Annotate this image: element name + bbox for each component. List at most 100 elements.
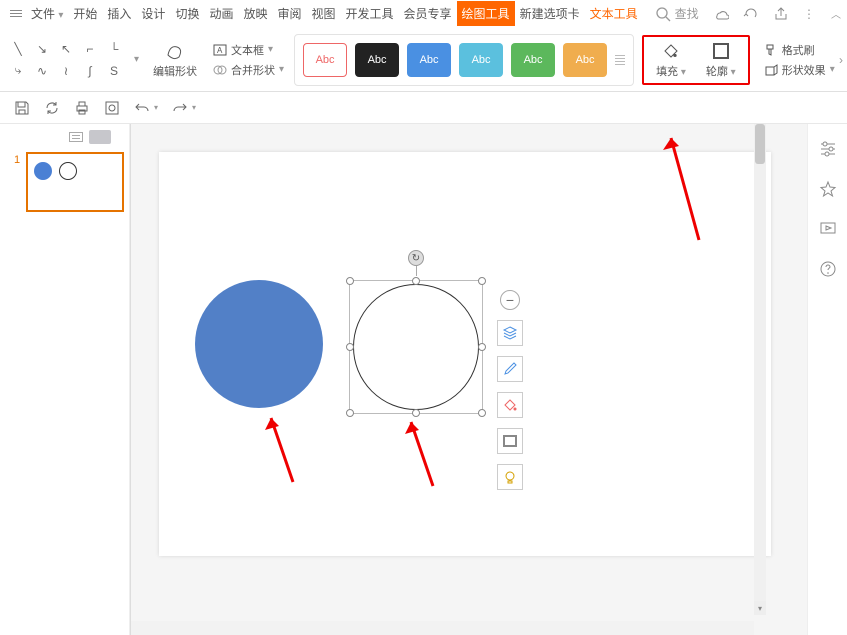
float-layers-button[interactable] — [497, 320, 523, 346]
line-tool-8[interactable]: ≀ — [54, 60, 78, 82]
more-icon[interactable]: ⋮ — [803, 7, 817, 21]
fill-button[interactable]: 填充 ▾ — [650, 39, 692, 81]
menu-slideshow[interactable]: 放映 — [238, 1, 272, 26]
menu-text-tools[interactable]: 文本工具 — [585, 1, 643, 26]
textbox-icon: A — [213, 43, 227, 57]
textbox-button[interactable]: A 文本框 ▾ — [211, 41, 286, 59]
undo-dropdown-icon[interactable]: ▾ — [154, 103, 158, 112]
search-box[interactable]: 查找 — [655, 5, 699, 22]
selection-box — [349, 280, 483, 414]
annotation-arrow-1 — [263, 412, 303, 495]
resize-handle-tl[interactable] — [346, 277, 354, 285]
scrollbar-thumb[interactable] — [755, 124, 765, 164]
rotate-connector — [416, 266, 417, 276]
menu-new-tab[interactable]: 新建选项卡 — [515, 1, 585, 26]
annotation-arrow-2 — [403, 416, 443, 499]
format-painter-button[interactable]: 格式刷 — [762, 41, 837, 59]
undo-icon[interactable] — [134, 100, 150, 116]
lines-more-icon[interactable]: ▾ — [134, 54, 139, 65]
thumbnail-view-icon[interactable] — [89, 130, 111, 144]
share-icon[interactable] — [773, 6, 789, 22]
line-tool-4[interactable]: ⌐ — [78, 38, 102, 60]
edit-shape-button[interactable]: 编辑形状 — [147, 39, 203, 81]
outline-view-icon[interactable] — [69, 132, 83, 142]
line-tool-3[interactable]: ↖ — [54, 38, 78, 60]
rail-star-icon[interactable] — [819, 180, 837, 198]
undo-cloud-icon[interactable] — [743, 6, 759, 22]
line-tool-6[interactable]: ⤷ — [6, 60, 30, 82]
menu-start[interactable]: 开始 — [68, 1, 102, 26]
shape-style-gallery: Abc Abc Abc Abc Abc Abc — [294, 34, 634, 86]
menu-view[interactable]: 视图 — [307, 1, 341, 26]
menu-file[interactable]: 文件 ▾ — [26, 1, 68, 26]
float-pencil-button[interactable] — [497, 356, 523, 382]
line-tool-1[interactable]: ╲ — [6, 38, 30, 60]
line-tool-2[interactable]: ↘ — [30, 38, 54, 60]
float-bucket-button[interactable] — [497, 392, 523, 418]
resize-handle-bl[interactable] — [346, 409, 354, 417]
gallery-more-icon[interactable] — [615, 55, 625, 65]
resize-handle-tm[interactable] — [412, 277, 420, 285]
app-menu-icon[interactable] — [6, 4, 26, 23]
textbox-label: 文本框 — [231, 42, 264, 58]
resize-handle-mr[interactable] — [478, 343, 486, 351]
cloud-sync-icon[interactable] — [713, 6, 729, 22]
thumb-outline-circle — [59, 162, 77, 180]
shape-blue-circle[interactable] — [195, 280, 323, 408]
horizontal-scrollbar[interactable] — [131, 621, 754, 635]
menu-insert[interactable]: 插入 — [102, 1, 136, 26]
shape-effects-button[interactable]: 形状效果 ▾ — [762, 61, 837, 79]
style-swatch-2[interactable]: Abc — [355, 43, 399, 77]
menu-review[interactable]: 审阅 — [272, 1, 306, 26]
resize-handle-br[interactable] — [478, 409, 486, 417]
line-tool-10[interactable]: S — [102, 60, 126, 82]
rail-help-icon[interactable] — [819, 260, 837, 278]
annotation-arrow-3 — [659, 130, 709, 253]
redo-icon[interactable] — [172, 100, 188, 116]
style-swatch-5[interactable]: Abc — [511, 43, 555, 77]
slide-thumbnail-1[interactable]: 1 — [26, 152, 124, 212]
print-icon[interactable] — [74, 100, 90, 116]
rotate-handle[interactable]: ↻ — [408, 250, 424, 266]
style-swatch-3[interactable]: Abc — [407, 43, 451, 77]
save-icon[interactable] — [14, 100, 30, 116]
rail-sliders-icon[interactable] — [819, 140, 837, 158]
outline-button[interactable]: 轮廓 ▾ — [700, 39, 742, 81]
quick-toolbar: ▾ ▾ — [0, 92, 847, 124]
line-tool-9[interactable]: ∫ — [78, 60, 102, 82]
sync-icon[interactable] — [44, 100, 60, 116]
redo-dropdown-icon[interactable]: ▾ — [192, 103, 196, 112]
svg-text:A: A — [217, 46, 223, 55]
menu-file-label: 文件 — [31, 7, 55, 21]
print-preview-icon[interactable] — [104, 100, 120, 116]
lines-palette[interactable]: ╲ ↘ ↖ ⌐ └ ⤷ ∿ ≀ ∫ S — [6, 38, 126, 82]
menu-design[interactable]: 设计 — [136, 1, 170, 26]
rail-present-icon[interactable] — [819, 220, 837, 238]
menu-transition[interactable]: 切换 — [170, 1, 204, 26]
style-swatch-4[interactable]: Abc — [459, 43, 503, 77]
menu-devtools[interactable]: 开发工具 — [341, 1, 399, 26]
float-minus-button[interactable]: − — [500, 290, 520, 310]
canvas-area[interactable]: ↻ − — [130, 124, 807, 635]
float-bulb-button[interactable] — [497, 464, 523, 490]
style-swatch-1[interactable]: Abc — [303, 43, 347, 77]
resize-handle-ml[interactable] — [346, 343, 354, 351]
search-placeholder: 查找 — [675, 5, 699, 22]
merge-shapes-button[interactable]: 合并形状 ▾ — [211, 61, 286, 79]
scrollbar-down-icon[interactable]: ▾ — [754, 601, 766, 615]
line-tool-7[interactable]: ∿ — [30, 60, 54, 82]
style-swatch-6[interactable]: Abc — [563, 43, 607, 77]
menu-member[interactable]: 会员专享 — [399, 1, 457, 26]
float-rect-button[interactable] — [497, 428, 523, 454]
selected-shape-container[interactable]: ↻ — [349, 280, 483, 414]
menu-animation[interactable]: 动画 — [204, 1, 238, 26]
ribbon: ╲ ↘ ↖ ⌐ └ ⤷ ∿ ≀ ∫ S ▾ 编辑形状 A 文本框 ▾ 合并形状 … — [0, 28, 847, 92]
collapse-ribbon-icon[interactable]: ︿ — [831, 6, 841, 21]
chevron-down-icon: ▾ — [678, 67, 686, 78]
menu-drawing-tools[interactable]: 绘图工具 — [457, 1, 515, 26]
resize-handle-tr[interactable] — [478, 277, 486, 285]
vertical-scrollbar[interactable]: ▾ — [754, 124, 766, 615]
line-tool-5[interactable]: └ — [102, 38, 126, 60]
chevron-down-icon: ▾ — [728, 67, 736, 78]
ribbon-scroll-right-icon[interactable]: › — [839, 53, 843, 67]
